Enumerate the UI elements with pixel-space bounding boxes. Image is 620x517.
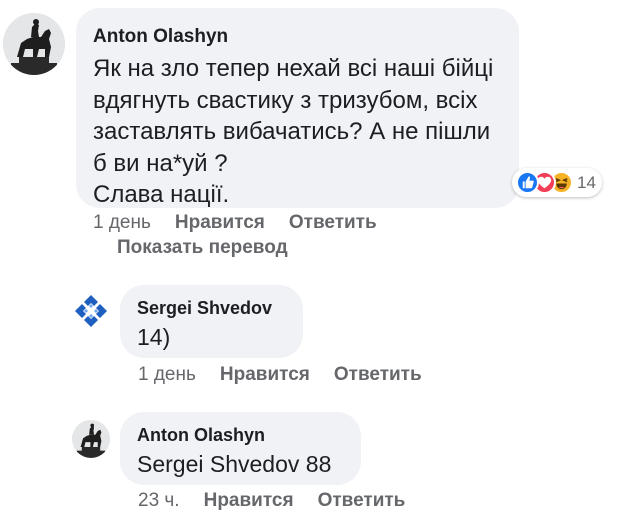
comment-text-line: вдягнуть свастику з тризубом, всіх (93, 86, 478, 114)
comment-actions: 1 день Нравится Ответить (93, 212, 401, 234)
reply-button[interactable]: Ответить (318, 490, 406, 512)
blue-logo-icon (72, 292, 110, 330)
reply-button[interactable]: Ответить (334, 364, 422, 386)
comment-timestamp[interactable]: 23 ч. (138, 490, 180, 512)
comment-bubble: Anton Olashyn Sergei Shvedov 88 (120, 412, 361, 485)
comment-actions: 1 день Нравится Ответить (138, 364, 446, 386)
comment-text-line: заставлять вибачатись? А не пішли (93, 118, 491, 145)
comment-text-line: б ви на*уй ? (93, 149, 228, 177)
reply-button[interactable]: Ответить (289, 212, 377, 234)
comment-timestamp[interactable]: 1 день (138, 364, 196, 386)
comment-text: Sergei Shvedov 88 (137, 451, 332, 477)
comment-actions: 23 ч. Нравится Ответить (138, 490, 429, 512)
reactions-summary[interactable]: 14 (512, 168, 602, 197)
equestrian-statue-icon (3, 13, 65, 75)
like-button[interactable]: Нравится (204, 490, 294, 512)
comment-text-line: Слава нації. (93, 181, 230, 208)
comment-text-line: Як на зло тепер нехай всі наші бійці (93, 55, 494, 82)
comment-author[interactable]: Anton Olashyn (137, 425, 265, 446)
comment-text: 14) (137, 324, 171, 350)
author-avatar[interactable] (72, 420, 110, 458)
author-avatar[interactable] (3, 13, 65, 75)
comment-bubble: Anton Olashyn Як на зло тепер нехай всі … (76, 8, 519, 208)
comment-author[interactable]: Sergei Shvedov (137, 298, 272, 319)
show-translation-link[interactable]: Показать перевод (117, 237, 288, 259)
like-button[interactable]: Нравится (220, 364, 310, 386)
comment-text: Як на зло тепер нехай всі наші бійці вдя… (93, 53, 513, 211)
reaction-count: 14 (577, 172, 596, 192)
like-button[interactable]: Нравится (175, 212, 265, 234)
comment-bubble: Sergei Shvedov 14) (120, 285, 303, 358)
equestrian-statue-icon (72, 420, 110, 458)
author-avatar[interactable] (72, 292, 110, 330)
comment-timestamp[interactable]: 1 день (93, 212, 151, 234)
comment-author[interactable]: Anton Olashyn (93, 26, 228, 48)
like-icon (516, 171, 539, 194)
